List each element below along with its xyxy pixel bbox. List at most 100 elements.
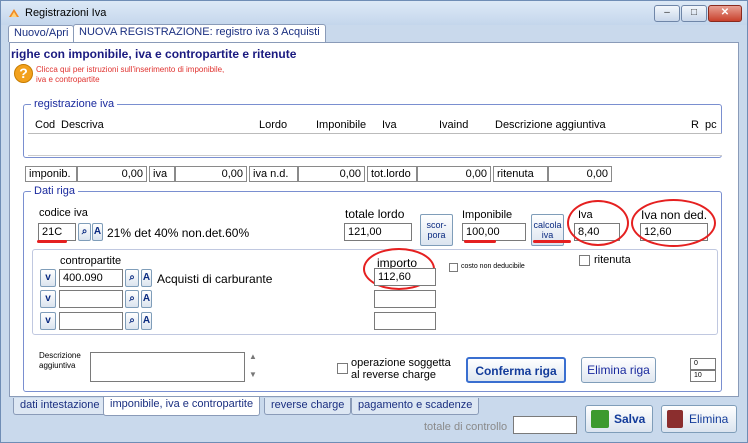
salva-button[interactable]: Salva xyxy=(585,405,653,433)
totale-controllo-label: totale di controllo xyxy=(424,421,508,433)
totale-controllo-input[interactable] xyxy=(513,416,577,434)
anagrafica-a-button[interactable]: A xyxy=(92,223,103,241)
col-iva: Iva xyxy=(382,119,397,131)
registrazione-iva-legend: registrazione iva xyxy=(31,98,118,110)
descrizione-aggiuntiva-label: Descrizione aggiuntiva xyxy=(39,351,81,370)
importo-input[interactable] xyxy=(374,312,436,330)
binoculars-icon[interactable]: ⌕ xyxy=(125,290,139,308)
app-icon xyxy=(9,9,19,17)
total-ritenuta-label: ritenuta xyxy=(493,166,548,182)
total-imponib-value: 0,00 xyxy=(77,166,147,182)
reverse-charge-checkbox[interactable] xyxy=(337,363,348,374)
total-ivand-value: 0,00 xyxy=(298,166,365,182)
total-iva-value: 0,00 xyxy=(175,166,247,182)
title-bar: Registrazioni Iva – □ ✕ xyxy=(1,1,747,25)
col-descrizione-aggiuntiva: Descrizione aggiuntiva xyxy=(495,119,606,131)
importo-input[interactable]: 112,60 xyxy=(374,268,436,286)
total-ivand-label: iva n.d. xyxy=(249,166,298,182)
grid-body[interactable] xyxy=(28,134,722,156)
binoculars-icon[interactable]: ⌕ xyxy=(78,223,91,241)
tab-pagamento-scadenze[interactable]: pagamento e scadenze xyxy=(351,398,480,415)
codice-iva-description: 21% det 40% non.det.60% xyxy=(107,226,250,240)
col-cod: Cod xyxy=(35,119,56,131)
help-link[interactable]: Clicca qui per istruzioni sull'inserimen… xyxy=(36,65,226,85)
tab-imponibile-iva[interactable]: imponibile, iva e contropartite xyxy=(103,397,261,416)
reverse-charge-label: operazione soggetta al reverse charge xyxy=(351,357,451,381)
conto-input[interactable]: 400.090 xyxy=(59,269,123,287)
tab-nuovo-apri[interactable]: Nuovo/Apri xyxy=(8,25,75,42)
window-title: Registrazioni Iva xyxy=(25,7,107,19)
binoculars-icon[interactable]: ⌕ xyxy=(125,312,139,330)
tab-label: dati intestazione xyxy=(20,399,100,411)
conferma-riga-button[interactable]: Conferma riga xyxy=(466,357,566,383)
scorpora-button[interactable]: scor- pora xyxy=(420,214,453,246)
imponibile-input[interactable]: 100,00 xyxy=(462,223,526,241)
total-iva-label: iva xyxy=(149,166,175,182)
help-icon[interactable]: ? xyxy=(14,64,33,83)
col-descriva: Descriva xyxy=(61,119,104,131)
page-heading: righe con imponibile, iva e contropartit… xyxy=(11,47,297,61)
salva-label: Salva xyxy=(614,412,646,426)
col-imponibile: Imponibile xyxy=(316,119,367,131)
conto-input[interactable] xyxy=(59,312,123,330)
iva-non-ded-label: Iva non ded. xyxy=(641,208,708,222)
col-r: R xyxy=(691,119,699,131)
annotation-underline xyxy=(464,240,496,243)
costo-non-deducibile-label: costo non deducibile xyxy=(461,263,525,270)
total-lordo-value: 0,00 xyxy=(417,166,491,182)
counter-bottom: 10 xyxy=(690,370,716,382)
col-lordo: Lordo xyxy=(259,119,288,131)
col-ivaind: Ivaind xyxy=(439,119,469,131)
scroll-down-icon[interactable]: ▼ xyxy=(249,370,257,379)
elimina-riga-button[interactable]: Elimina riga xyxy=(581,357,656,383)
grid-header: Cod Descriva Lordo Imponibile Iva Ivaind… xyxy=(28,117,722,134)
tab-label: NUOVA REGISTRAZIONE: registro iva 3 Acqu… xyxy=(79,26,320,38)
scroll-up-icon[interactable]: ▲ xyxy=(249,352,257,361)
row-expand-button[interactable]: v xyxy=(40,312,56,330)
anagrafica-a-button[interactable]: A xyxy=(141,290,152,308)
tab-label: Nuovo/Apri xyxy=(14,27,69,39)
codice-iva-label: codice iva xyxy=(39,207,88,219)
tab-reverse-charge[interactable]: reverse charge xyxy=(264,398,352,415)
iva-input[interactable]: 8,40 xyxy=(574,223,620,241)
tab-label: imponibile, iva e contropartite xyxy=(110,398,254,410)
minimize-button[interactable]: – xyxy=(654,5,680,22)
importo-input[interactable] xyxy=(374,290,436,308)
total-lordo-label: tot.lordo xyxy=(367,166,417,182)
descrizione-aggiuntiva-input[interactable] xyxy=(90,352,245,382)
binoculars-icon[interactable]: ⌕ xyxy=(125,269,139,287)
row-expand-button[interactable]: v xyxy=(40,290,56,308)
codice-iva-input[interactable]: 21C xyxy=(38,223,76,241)
elimina-button[interactable]: Elimina xyxy=(661,405,737,433)
totale-lordo-label: totale lordo xyxy=(345,207,405,221)
col-pc: pc xyxy=(705,119,717,131)
tab-label: pagamento e scadenze xyxy=(358,399,473,411)
conto-description: Acquisti di carburante xyxy=(157,272,273,286)
tab-dati-intestazione[interactable]: dati intestazione xyxy=(13,398,107,415)
maximize-icon: □ xyxy=(690,7,698,18)
iva-non-ded-input[interactable]: 12,60 xyxy=(640,223,708,241)
elimina-label: Elimina xyxy=(689,412,729,426)
annotation-underline xyxy=(37,240,67,243)
save-icon xyxy=(591,410,609,428)
counter-top: 0 xyxy=(690,358,716,370)
maximize-button[interactable]: □ xyxy=(681,5,707,22)
annotation-underline xyxy=(533,240,571,243)
iva-label: Iva xyxy=(578,209,593,221)
costo-non-deducibile-checkbox[interactable] xyxy=(449,263,458,272)
contropartite-label: contropartite xyxy=(60,255,122,267)
total-imponib-label: imponib. xyxy=(25,166,77,182)
close-button[interactable]: ✕ xyxy=(708,5,742,22)
minimize-icon: – xyxy=(664,7,670,18)
conto-input[interactable] xyxy=(59,290,123,308)
tab-nuova-registrazione[interactable]: NUOVA REGISTRAZIONE: registro iva 3 Acqu… xyxy=(73,24,326,43)
imponibile-label: Imponibile xyxy=(462,209,513,221)
close-icon: ✕ xyxy=(720,7,730,18)
row-expand-button[interactable]: v xyxy=(40,269,56,287)
anagrafica-a-button[interactable]: A xyxy=(141,312,152,330)
totale-lordo-input[interactable]: 121,00 xyxy=(344,223,412,241)
total-ritenuta-value: 0,00 xyxy=(548,166,612,182)
dati-riga-legend: Dati riga xyxy=(31,185,78,197)
anagrafica-a-button[interactable]: A xyxy=(141,269,152,287)
tab-label: reverse charge xyxy=(271,399,345,411)
